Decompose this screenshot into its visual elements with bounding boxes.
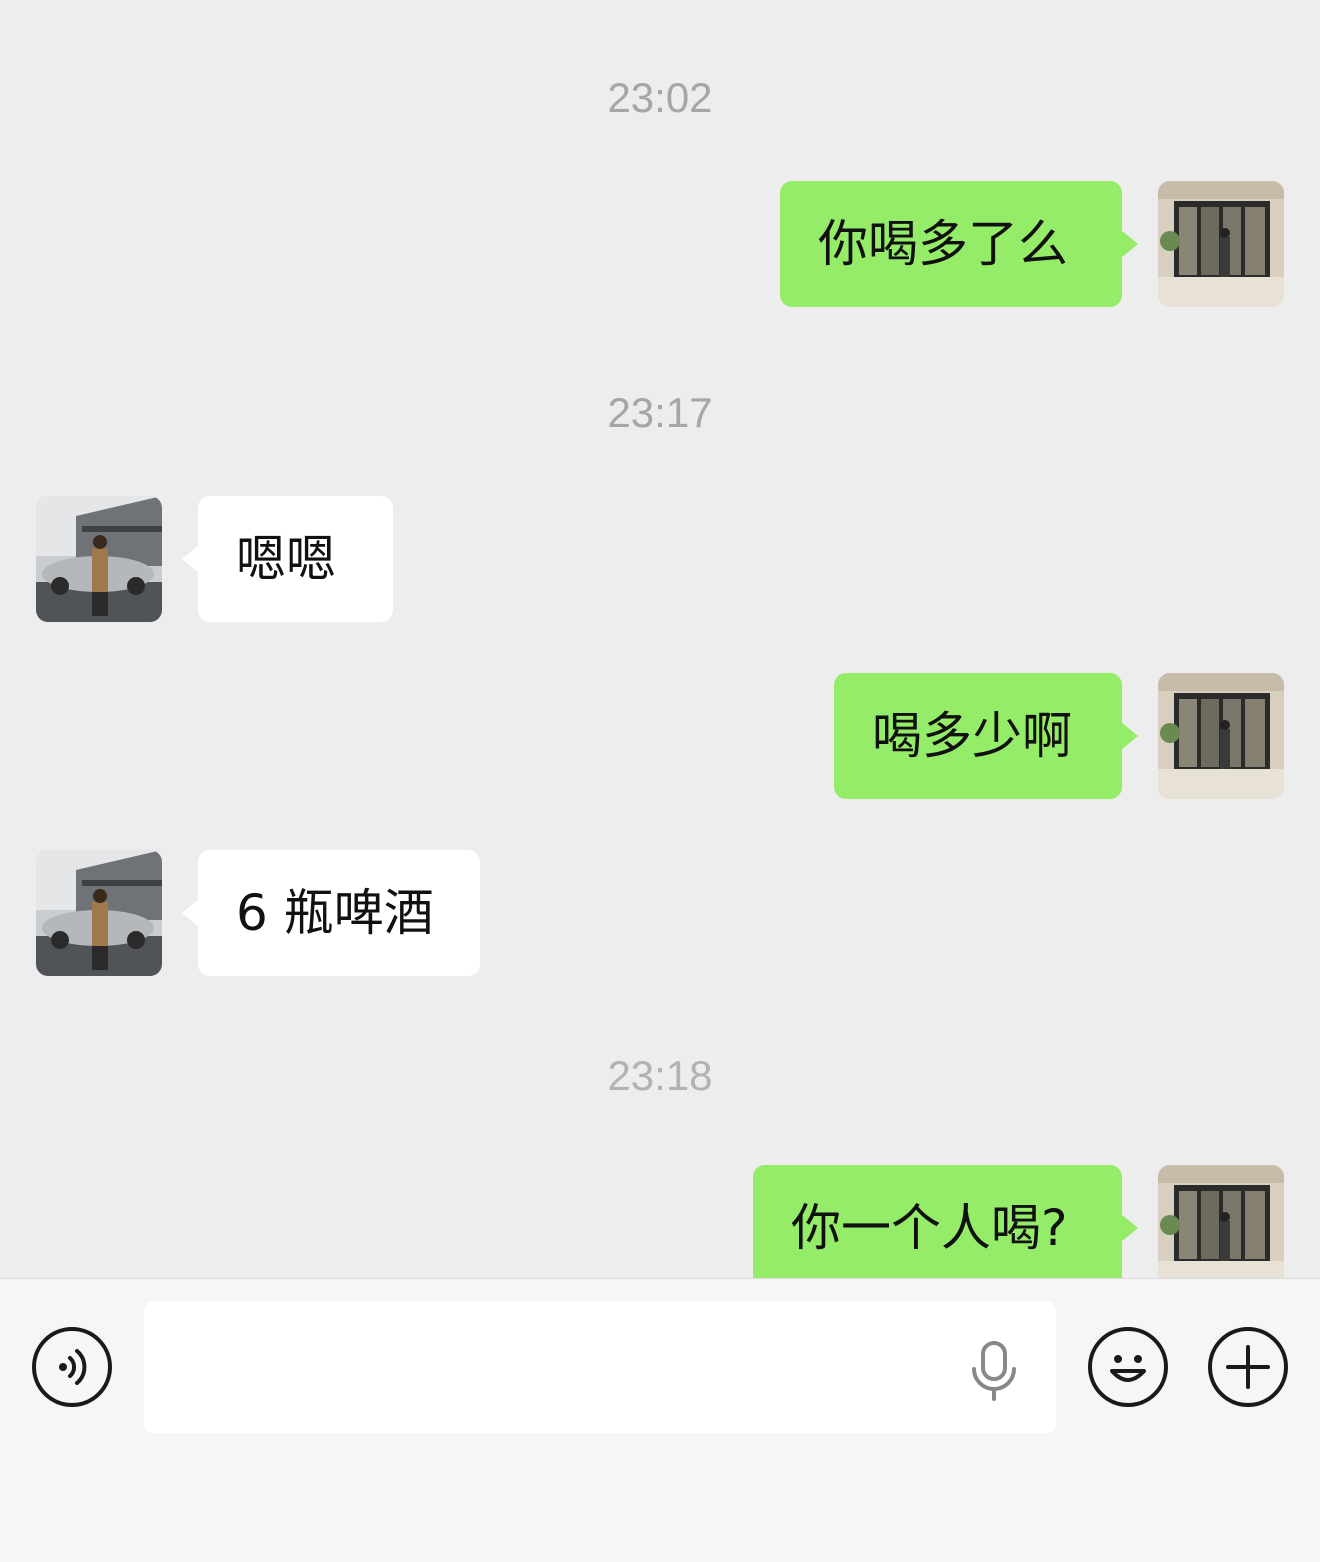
timestamp: 23:17 [607, 389, 713, 436]
emoji-icon [1110, 1355, 1146, 1382]
my-avatar[interactable] [1158, 181, 1284, 307]
message-text: 喝多少啊 [872, 707, 1072, 765]
microphone-icon[interactable] [966, 1341, 1022, 1401]
plus-icon [1226, 1345, 1270, 1389]
message-text: 你喝多了么 [818, 215, 1068, 273]
message-text: 6 瓶啤酒 [236, 884, 434, 942]
contact-avatar[interactable] [36, 496, 162, 622]
emoji-button[interactable] [1088, 1327, 1168, 1407]
my-avatar[interactable] [1158, 673, 1284, 799]
message-text: 你一个人喝? [791, 1199, 1068, 1257]
message-text: 嗯嗯 [236, 530, 336, 588]
timestamp: 23:18 [607, 1052, 713, 1099]
message-bubble-outgoing[interactable]: 你一个人喝? [753, 1165, 1138, 1278]
my-avatar[interactable] [1158, 1165, 1284, 1278]
message-bubble-incoming[interactable]: 6 瓶啤酒 [182, 850, 480, 976]
message-bubble-outgoing[interactable]: 你喝多了么 [780, 181, 1138, 307]
more-actions-button[interactable] [1208, 1327, 1288, 1407]
message-bubble-outgoing[interactable]: 喝多少啊 [834, 673, 1138, 799]
input-toolbar [0, 1278, 1320, 1562]
chat-area[interactable]: 23:02 你喝多了么 23:17 嗯嗯 喝多少啊 6 瓶啤酒 23:18 你一… [0, 0, 1320, 1278]
voice-toggle-button[interactable] [32, 1327, 112, 1407]
voice-toggle-icon [59, 1349, 87, 1385]
message-input[interactable] [144, 1301, 1056, 1433]
timestamp: 23:02 [607, 74, 713, 121]
message-bubble-incoming[interactable]: 嗯嗯 [182, 496, 393, 622]
contact-avatar[interactable] [36, 850, 162, 976]
